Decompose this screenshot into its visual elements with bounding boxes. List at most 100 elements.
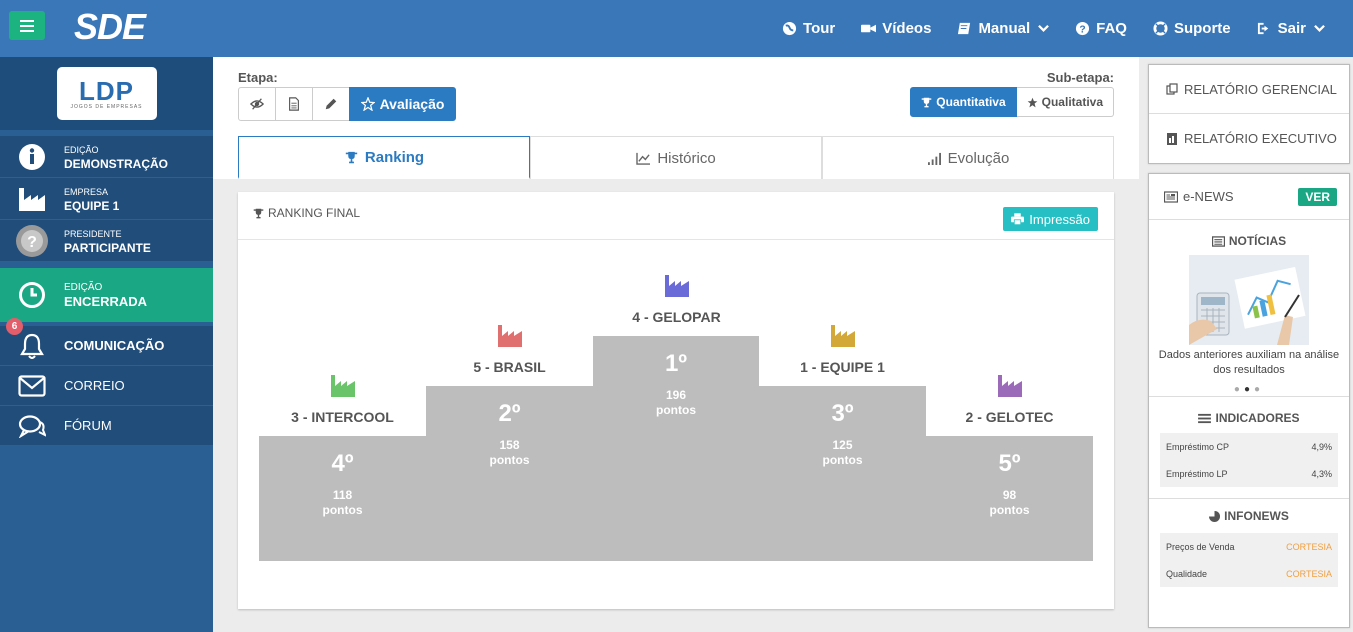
podium-block-2nd: 2º 158 pontos <box>426 386 593 561</box>
stage-header: Etapa: Avaliação Sub-etapa: Quantitativa… <box>213 57 1139 179</box>
sidebar-item-edicao[interactable]: EDIÇÃO DEMONSTRAÇÃO <box>0 136 213 178</box>
sidebar-item-label: EQUIPE 1 <box>64 198 120 213</box>
factory-icon <box>830 325 855 347</box>
indicator-label: Empréstimo CP <box>1166 441 1230 452</box>
video-icon <box>861 24 877 33</box>
newspaper-icon <box>1164 190 1178 203</box>
podium-team-3rd: 1 - EQUIPE 1 <box>759 324 926 375</box>
nav-suporte[interactable]: Suporte <box>1153 20 1231 37</box>
svg-text:?: ? <box>1079 24 1085 35</box>
nav-videos[interactable]: Vídeos <box>861 20 931 37</box>
subetapa-label: Sub-etapa: <box>1046 70 1114 85</box>
nav-faq[interactable]: ? FAQ <box>1075 20 1127 37</box>
enews-ver-button[interactable]: VER <box>1298 188 1337 206</box>
enews-box: e-NEWS VER NOTÍCIAS Dados anteriores aux… <box>1148 173 1350 628</box>
brand-logo[interactable]: SDE <box>74 6 146 48</box>
ranking-panel: RANKING FINAL Impressão 3 - INTERCOOL 5 … <box>238 192 1114 609</box>
team-name: 3 - INTERCOOL <box>291 409 394 425</box>
sub-quantitativa-button[interactable]: Quantitativa <box>910 87 1017 117</box>
top-bar: SDE Tour Vídeos Manual ? FAQ Suporte Sai… <box>0 0 1353 57</box>
infonews-label: Preços de Venda <box>1166 541 1235 552</box>
infonews-value[interactable]: CORTESIA <box>1286 542 1332 552</box>
sidebar-item-label: FÓRUM <box>64 417 112 433</box>
table-row: Qualidade CORTESIA <box>1160 560 1338 587</box>
podium-points: 158 <box>499 438 520 452</box>
etapa-button-group: Avaliação <box>238 87 456 121</box>
star-icon <box>1027 97 1037 107</box>
sidebar-item-label: PARTICIPANTE <box>64 240 151 255</box>
sidebar-item-presidente[interactable]: ? PRESIDENTE PARTICIPANTE <box>0 220 213 262</box>
table-row: Empréstimo CP 4,9% <box>1160 433 1338 460</box>
table-row: Empréstimo LP 4,3% <box>1160 460 1338 487</box>
status-label: ENCERRADA <box>64 294 148 309</box>
tab-ranking-label: Ranking <box>364 148 425 166</box>
carousel-dots[interactable]: ●●● <box>1149 384 1349 396</box>
team-name: 4 - GELOPAR <box>632 309 721 325</box>
enews-title: e-NEWS <box>1183 189 1234 204</box>
tabs: Ranking Histórico Evolução <box>238 136 1114 179</box>
sidebar-item-empresa[interactable]: EMPRESA EQUIPE 1 <box>0 178 213 220</box>
pencil-icon <box>325 98 337 110</box>
newspaper-icon <box>1211 235 1225 247</box>
trophy-icon <box>921 97 932 107</box>
trophy-icon <box>345 151 358 163</box>
clock-icon <box>16 279 48 311</box>
podium-team-4th: 3 - INTERCOOL <box>259 374 426 425</box>
subetapa-button-group: Quantitativa Qualitativa <box>910 87 1114 117</box>
star-icon <box>360 97 375 111</box>
comments-icon <box>16 410 48 442</box>
chevron-down-icon <box>1038 24 1050 32</box>
sub-qualitativa-button[interactable]: Qualitativa <box>1016 87 1114 117</box>
factory-icon <box>497 325 522 347</box>
podium-block-3rd: 3º 125 pontos <box>759 386 926 561</box>
eye-slash-icon <box>250 98 264 110</box>
etapa-hidden-button[interactable] <box>238 87 276 121</box>
copy-icon <box>1166 83 1178 95</box>
sidebar-item-label-small: EDIÇÃO <box>64 144 99 155</box>
news-image[interactable] <box>1189 255 1309 345</box>
sidebar-item-comunicacao[interactable]: 6 COMUNICAÇÃO <box>0 318 213 366</box>
podium-position: 2º <box>498 400 521 427</box>
notification-badge: 6 <box>6 318 23 335</box>
indicadores-section: INDICADORES Empréstimo CP 4,9% Empréstimo… <box>1149 396 1349 487</box>
report-icon <box>1167 132 1177 145</box>
ldp-logo[interactable]: LDP JOGOS DE EMPRESAS <box>56 67 157 120</box>
sidebar-item-label-small: EMPRESA <box>64 186 109 197</box>
relatorio-executivo-link[interactable]: RELATÓRIO EXECUTIVO <box>1149 114 1349 163</box>
sub-qualitativa-label: Qualitativa <box>1041 95 1103 109</box>
etapa-document-button[interactable] <box>275 87 313 121</box>
tab-ranking[interactable]: Ranking <box>238 136 530 179</box>
podium-position: 4º <box>331 450 354 477</box>
indicadores-title-text: INDICADORES <box>1215 411 1300 425</box>
noticias-title-text: NOTÍCIAS <box>1228 234 1287 248</box>
list-icon <box>1198 413 1212 423</box>
sidebar-item-label: DEMONSTRAÇÃO <box>64 156 168 171</box>
tab-evolucao[interactable]: Evolução <box>822 136 1114 179</box>
signal-bars-icon <box>927 152 941 165</box>
nav-sair[interactable]: Sair <box>1257 20 1325 37</box>
etapa-edit-button[interactable] <box>312 87 350 121</box>
lifebuoy-icon <box>1153 21 1168 36</box>
nav-manual-label: Manual <box>978 20 1031 37</box>
indicadores-title: INDICADORES <box>1149 397 1349 425</box>
indicator-value: 4,3% <box>1311 468 1332 479</box>
podium-block-1st: 1º 196 pontos <box>593 336 759 561</box>
nav-tour[interactable]: Tour <box>782 20 835 37</box>
podium-points: 118 <box>332 488 353 502</box>
hamburger-menu-button[interactable] <box>9 11 45 40</box>
etapa-avaliacao-button[interactable]: Avaliação <box>349 87 456 121</box>
podium-points-unit: pontos <box>822 453 863 467</box>
infonews-value[interactable]: CORTESIA <box>1286 569 1332 579</box>
nav-manual[interactable]: Manual <box>957 20 1050 37</box>
sidebar-item-correio[interactable]: CORREIO <box>0 366 213 406</box>
info-icon <box>16 141 48 173</box>
relatorio-gerencial-link[interactable]: RELATÓRIO GERENCIAL <box>1149 65 1349 114</box>
tab-evolucao-label: Evolução <box>947 149 1010 167</box>
indicator-value: 4,9% <box>1311 441 1332 452</box>
bell-icon <box>16 330 48 362</box>
factory-icon <box>997 375 1022 397</box>
signout-icon <box>1257 22 1268 35</box>
tab-historico[interactable]: Histórico <box>530 136 822 179</box>
sidebar-item-forum[interactable]: FÓRUM <box>0 406 213 446</box>
file-icon <box>289 97 299 111</box>
